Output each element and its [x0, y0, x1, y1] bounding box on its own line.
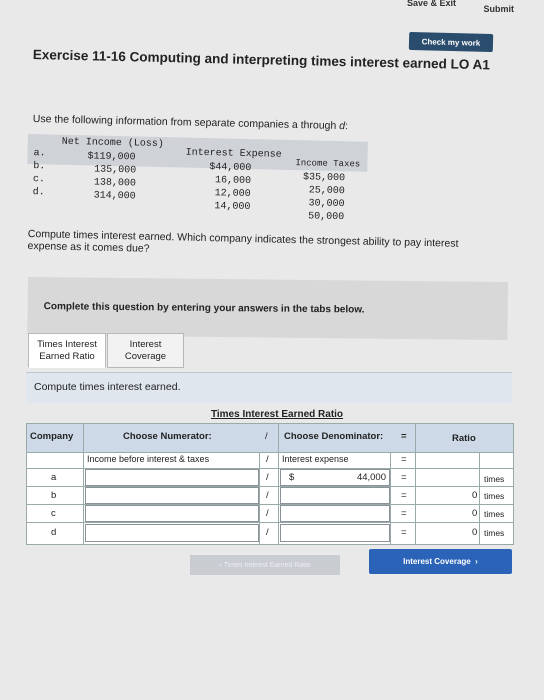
denominator-input[interactable] [280, 524, 390, 542]
ratio-header: Ratio [452, 433, 476, 444]
times-unit: times [484, 491, 505, 501]
times-unit: times [484, 528, 505, 538]
numerator-select[interactable]: Income before interest & taxes [87, 454, 209, 464]
company-data-table: Net Income (Loss) Interest Expense Incom… [27, 134, 368, 223]
taxes-value: 50,000 [308, 211, 345, 224]
interest-value: 14,000 [214, 201, 251, 214]
intro-letter: d [339, 119, 346, 133]
denominator-value: 44,000 [356, 472, 386, 483]
denominator-input[interactable]: $ 44,000 [280, 469, 390, 486]
denominator-input[interactable] [280, 487, 390, 504]
intro-sentence: Use the following information from separ… [32, 113, 337, 132]
ratio-value: 0 [472, 490, 478, 501]
numerator-input[interactable] [85, 469, 259, 486]
answer-table: Company Choose Numerator: / Choose Denom… [26, 423, 514, 545]
header-interest-expense: Interest Expense [185, 147, 282, 161]
company-label: b [51, 490, 57, 501]
header-income-taxes: Income Taxes [295, 158, 361, 170]
slash-header: / [265, 431, 268, 442]
equals-sign: = [401, 454, 407, 465]
row-label: c. [32, 174, 46, 186]
row-label: d. [32, 187, 45, 199]
interest-value: 12,000 [214, 188, 251, 201]
company-label: d [51, 527, 57, 538]
slash-sign: / [266, 527, 269, 538]
slash-sign: / [266, 472, 269, 483]
equals-header: = [401, 431, 407, 442]
chevron-right-icon: › [470, 557, 478, 566]
company-label: a [51, 472, 57, 483]
ratio-value: 0 [472, 527, 478, 538]
prev-tab-label: Times Interest Earned Ratio [223, 561, 311, 569]
denominator-input[interactable] [280, 505, 390, 522]
header-net-income: Net Income (Loss) [61, 136, 164, 151]
times-unit: times [484, 509, 505, 519]
row-label: b. [33, 161, 46, 173]
interest-value: $44,000 [209, 162, 252, 175]
answer-table-title: Times Interest Earned Ratio [210, 409, 344, 420]
prev-tab-button[interactable]: ‹ Times Interest Earned Ratio [190, 555, 340, 575]
instructions-text: Complete this question by entering your … [43, 301, 365, 316]
slash-sign: / [266, 490, 269, 501]
times-unit: times [484, 474, 505, 484]
next-tab-label: Interest Coverage [403, 557, 471, 566]
tab-interest-coverage[interactable]: Interest Coverage [107, 333, 184, 368]
net-income-value: 135,000 [94, 164, 137, 177]
equals-sign: = [401, 490, 407, 501]
equals-sign: = [401, 472, 407, 483]
check-my-work-button[interactable]: Check my work [408, 31, 494, 53]
net-income-value: 138,000 [93, 177, 137, 190]
taxes-value: $35,000 [302, 172, 346, 185]
taxes-value: 30,000 [308, 198, 345, 211]
intro-text: Use the following information from separ… [32, 113, 349, 133]
top-bar: Save & Exit Submit [344, 0, 544, 20]
equals-sign: = [401, 508, 407, 519]
numerator-input[interactable] [85, 524, 259, 542]
submit-button[interactable]: Submit [484, 4, 515, 14]
row-label: a. [33, 148, 46, 160]
answer-table-header [27, 424, 513, 452]
numerator-header: Choose Numerator: [123, 431, 212, 442]
instructions-box: Complete this question by entering your … [27, 277, 508, 341]
panel-text: Compute times interest earned. [34, 381, 181, 393]
net-income-value: $119,000 [87, 151, 136, 164]
tab-times-interest-earned[interactable]: Times Interest Earned Ratio [28, 333, 106, 368]
numerator-input[interactable] [85, 487, 259, 504]
save-exit-button[interactable]: Save & Exit [407, 0, 456, 8]
denominator-select[interactable]: Interest expense [282, 454, 349, 464]
slash-sign: / [266, 508, 269, 519]
net-income-value: 314,000 [93, 190, 136, 203]
company-header: Company [30, 431, 74, 442]
numerator-input[interactable] [85, 505, 259, 522]
question-text: Compute times interest earned. Which com… [27, 228, 459, 255]
ratio-value: 0 [472, 508, 478, 519]
equals-sign: = [401, 527, 407, 538]
taxes-value: 25,000 [308, 185, 345, 198]
company-label: c [51, 508, 56, 519]
tab-panel-instruction: Compute times interest earned. [26, 372, 512, 403]
denominator-header: Choose Denominator: [284, 431, 384, 442]
interest-value: 16,000 [214, 175, 252, 188]
dollar-sign: $ [289, 472, 295, 483]
slash-sign: / [266, 454, 269, 465]
next-tab-button[interactable]: Interest Coverage › [369, 549, 512, 574]
